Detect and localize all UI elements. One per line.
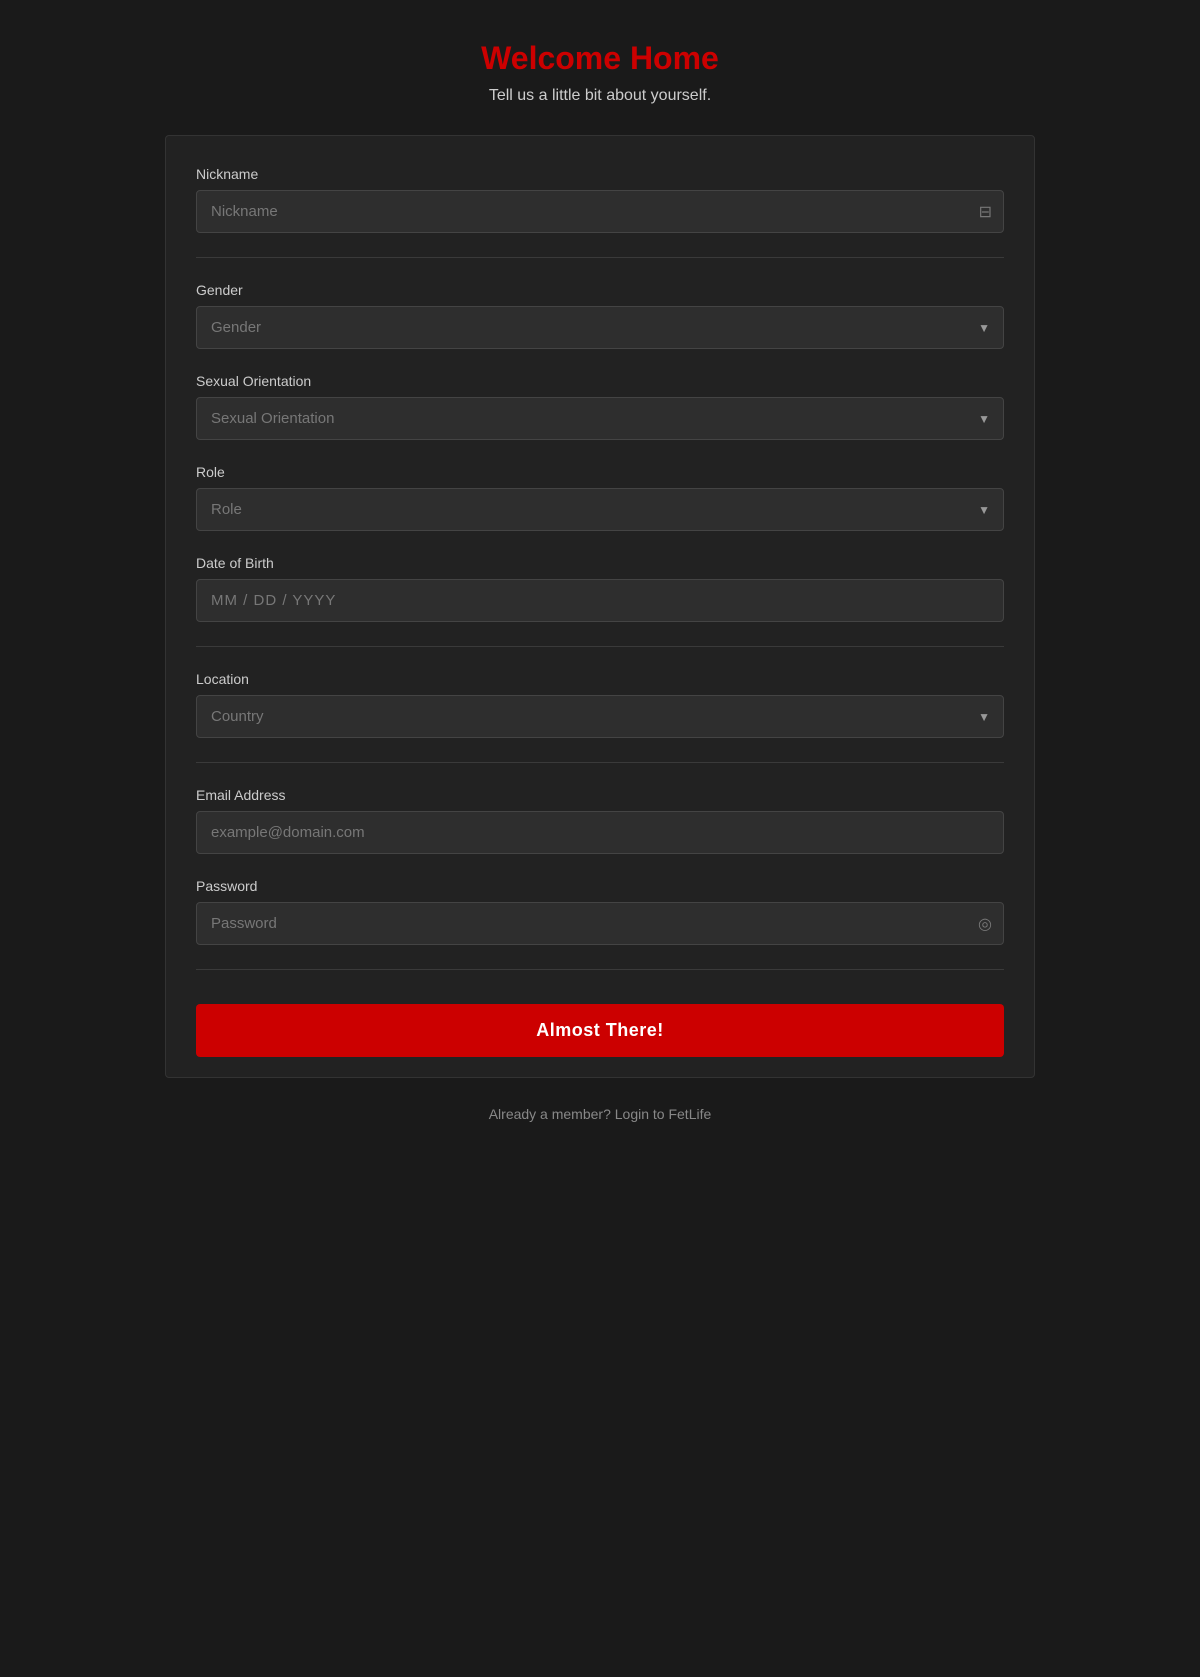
sexual-orientation-label: Sexual Orientation bbox=[196, 373, 1004, 389]
password-input-wrapper: ◎ bbox=[196, 902, 1004, 945]
dob-section: Date of Birth bbox=[196, 555, 1004, 622]
password-input[interactable] bbox=[196, 902, 1004, 945]
nickname-section: Nickname ⊟ bbox=[196, 166, 1004, 233]
gender-select-wrapper: Gender Male Female Trans Male Trans Fema… bbox=[196, 306, 1004, 349]
registration-form: Nickname ⊟ Gender Gender Male Female Tra… bbox=[165, 135, 1035, 1078]
role-section: Role Role Dominant Submissive Switch Sad… bbox=[196, 464, 1004, 531]
role-select[interactable]: Role Dominant Submissive Switch Sadist M… bbox=[196, 488, 1004, 531]
nickname-input-wrapper: ⊟ bbox=[196, 190, 1004, 233]
login-text[interactable]: Already a member? Login to FetLife bbox=[489, 1106, 712, 1122]
email-section: Email Address bbox=[196, 787, 1004, 854]
country-select-wrapper: Country United States United Kingdom Can… bbox=[196, 695, 1004, 738]
location-label: Location bbox=[196, 671, 1004, 687]
gender-section: Gender Gender Male Female Trans Male Tra… bbox=[196, 282, 1004, 349]
page-header: Welcome Home Tell us a little bit about … bbox=[481, 40, 719, 105]
page-title: Welcome Home bbox=[481, 40, 719, 77]
email-label: Email Address bbox=[196, 787, 1004, 803]
role-label: Role bbox=[196, 464, 1004, 480]
gender-select[interactable]: Gender Male Female Trans Male Trans Fema… bbox=[196, 306, 1004, 349]
location-section: Location Country United States United Ki… bbox=[196, 671, 1004, 738]
login-link-container: Already a member? Login to FetLife bbox=[489, 1106, 712, 1122]
password-label: Password bbox=[196, 878, 1004, 894]
dob-label: Date of Birth bbox=[196, 555, 1004, 571]
divider-4 bbox=[196, 969, 1004, 970]
country-select[interactable]: Country United States United Kingdom Can… bbox=[196, 695, 1004, 738]
submit-button[interactable]: Almost There! bbox=[196, 1004, 1004, 1057]
page-subtitle: Tell us a little bit about yourself. bbox=[481, 87, 719, 105]
email-input[interactable] bbox=[196, 811, 1004, 854]
password-section: Password ◎ bbox=[196, 878, 1004, 945]
gender-label: Gender bbox=[196, 282, 1004, 298]
role-select-wrapper: Role Dominant Submissive Switch Sadist M… bbox=[196, 488, 1004, 531]
nickname-label: Nickname bbox=[196, 166, 1004, 182]
divider-2 bbox=[196, 646, 1004, 647]
sexual-orientation-select[interactable]: Sexual Orientation Straight Gay Lesbian … bbox=[196, 397, 1004, 440]
divider-3 bbox=[196, 762, 1004, 763]
sexual-orientation-section: Sexual Orientation Sexual Orientation St… bbox=[196, 373, 1004, 440]
divider-1 bbox=[196, 257, 1004, 258]
dob-input[interactable] bbox=[196, 579, 1004, 622]
sexual-orientation-select-wrapper: Sexual Orientation Straight Gay Lesbian … bbox=[196, 397, 1004, 440]
nickname-input[interactable] bbox=[196, 190, 1004, 233]
